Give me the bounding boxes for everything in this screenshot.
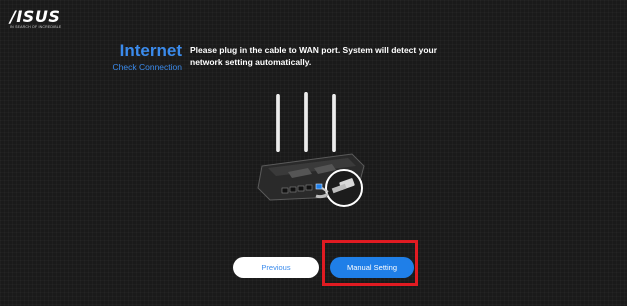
page-subtitle: Check Connection	[112, 62, 182, 72]
router-illustration	[257, 92, 365, 207]
page-title: Internet	[119, 41, 182, 60]
manual-setting-button[interactable]: Manual Setting	[330, 257, 414, 278]
instruction-text: Please plug in the cable to WAN port. Sy…	[190, 45, 438, 67]
previous-button[interactable]: Previous	[233, 257, 319, 278]
logo-wordmark: /ISUS	[10, 7, 61, 26]
antenna-icon	[332, 94, 336, 152]
wan-port	[315, 183, 323, 190]
asus-logo: /ISUS IN SEARCH OF INCREDIBLE	[10, 7, 62, 30]
page-header: Internet Check Connection	[100, 41, 182, 73]
logo-tagline: IN SEARCH OF INCREDIBLE	[10, 25, 62, 29]
antenna-icon	[304, 92, 308, 152]
antenna-icon	[276, 94, 280, 152]
